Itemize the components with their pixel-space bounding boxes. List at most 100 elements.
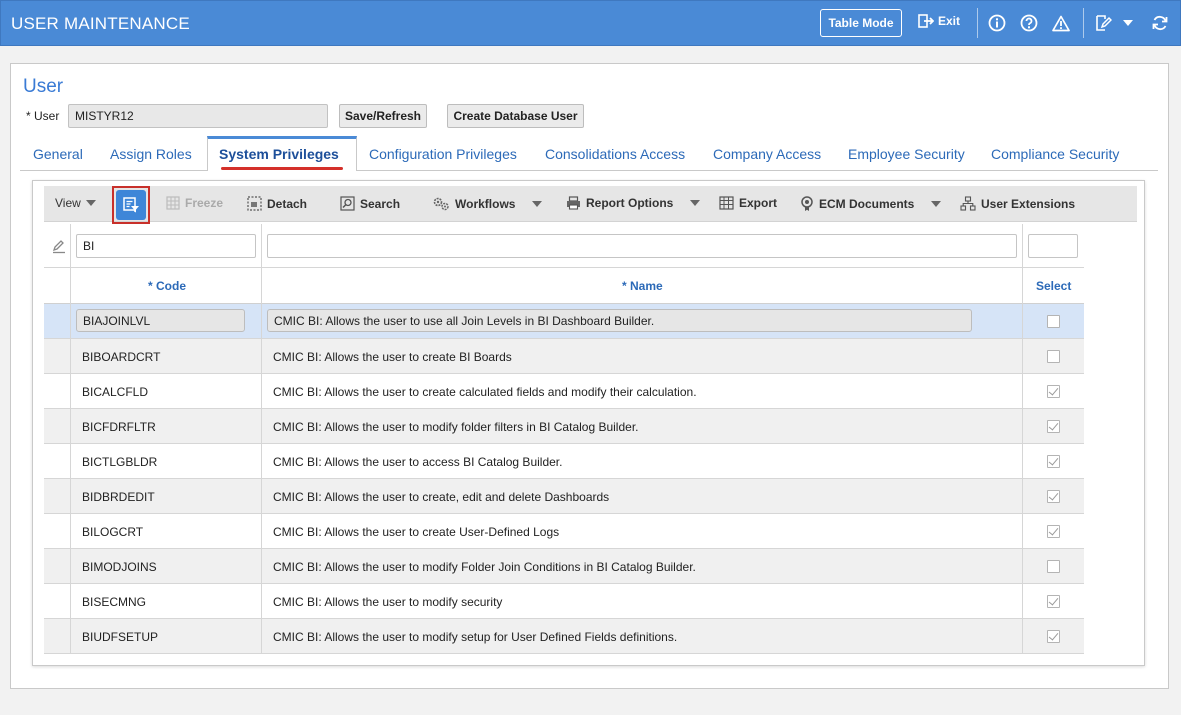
exit-button[interactable]: Exit: [918, 14, 960, 28]
code-cell[interactable]: BIAJOINLVL: [76, 309, 245, 332]
code-cell: BIDBRDEDIT: [82, 489, 155, 504]
code-cell: BICALCFLD: [82, 384, 149, 399]
exit-label: Exit: [938, 14, 961, 28]
detach-label: Detach: [267, 196, 308, 211]
search-label: Search: [360, 196, 401, 211]
select-checkbox[interactable]: [1047, 455, 1060, 468]
grid-header-row: [44, 268, 1084, 304]
user-field[interactable]: MISTYR12: [68, 104, 328, 128]
column-divider: [261, 224, 262, 654]
table-mode-button[interactable]: Table Mode: [820, 9, 902, 37]
chevron-down-icon: [85, 200, 96, 206]
chevron-down-icon[interactable]: [1118, 13, 1138, 33]
name-cell: CMIC BI: Allows the user to modify Folde…: [273, 559, 696, 574]
name-cell: CMIC BI: Allows the user to create BI Bo…: [273, 349, 512, 364]
freeze-icon: [166, 196, 180, 210]
table-row[interactable]: BISECMNG CMIC BI: Allows the user to modi…: [44, 584, 1084, 619]
ecm-documents-menu[interactable]: ECM Documents: [800, 196, 942, 212]
select-column-header[interactable]: Select: [1036, 279, 1071, 293]
name-cell: CMIC BI: Allows the user to create User-…: [273, 524, 560, 539]
freeze-button[interactable]: Freeze: [166, 196, 223, 210]
code-cell: BISECMNG: [82, 594, 147, 609]
gears-icon: [433, 197, 449, 211]
name-filter-input[interactable]: [267, 234, 1017, 258]
tab-assign-roles[interactable]: Assign Roles: [110, 146, 192, 162]
tab-general[interactable]: General: [33, 146, 83, 162]
warning-icon[interactable]: [1051, 13, 1071, 33]
code-column-header[interactable]: * Code: [148, 279, 186, 293]
select-checkbox[interactable]: [1047, 385, 1060, 398]
save-refresh-button[interactable]: Save/Refresh: [339, 104, 427, 128]
select-checkbox[interactable]: [1047, 630, 1060, 643]
code-cell: BICFDRFLTR: [82, 419, 156, 434]
table-row[interactable]: BILOGCRT CMIC BI: Allows the user to crea…: [44, 514, 1084, 549]
name-cell: CMIC BI: Allows the user to create, edit…: [273, 489, 610, 504]
name-column-header[interactable]: * Name: [622, 279, 663, 293]
select-filter-input[interactable]: [1028, 234, 1078, 258]
name-cell: CMIC BI: Allows the user to modify folde…: [273, 419, 639, 434]
chevron-down-icon: [931, 201, 942, 207]
column-divider: [1022, 224, 1023, 654]
detach-icon: [247, 196, 262, 211]
grid-bottom-border: [44, 653, 1084, 654]
separator: [1083, 8, 1084, 38]
select-checkbox[interactable]: [1047, 560, 1060, 573]
select-checkbox[interactable]: [1047, 490, 1060, 503]
code-cell: BICTLGBLDR: [82, 454, 158, 469]
export-label: Export: [739, 196, 778, 210]
table-row[interactable]: BICALCFLD CMIC BI: Allows the user to cre…: [44, 374, 1084, 409]
refresh-icon[interactable]: [1150, 13, 1170, 33]
table-row[interactable]: BICTLGBLDR CMIC BI: Allows the user to ac…: [44, 444, 1084, 479]
query-by-example-button[interactable]: [116, 190, 146, 220]
table-row[interactable]: BIUDFSETUP CMIC BI: Allows the user to mo…: [44, 619, 1084, 654]
tab-system-privileges[interactable]: System Privileges: [219, 146, 339, 162]
edit-icon[interactable]: [1093, 13, 1113, 33]
name-cell: CMIC BI: Allows the user to create calcu…: [273, 384, 697, 399]
table-row[interactable]: BIBOARDCRT CMIC BI: Allows the user to cr…: [44, 339, 1084, 374]
code-cell: BIBOARDCRT: [82, 349, 161, 364]
tab-consolidations-access[interactable]: Consolidations Access: [545, 146, 685, 162]
select-checkbox[interactable]: [1047, 350, 1060, 363]
report-options-menu[interactable]: Report Options: [566, 196, 701, 210]
pencil-icon: [52, 240, 65, 254]
chevron-down-icon: [690, 200, 701, 206]
detach-button[interactable]: Detach: [247, 196, 307, 211]
name-cell: CMIC BI: Allows the user to modify secur…: [273, 594, 503, 609]
section-title: User: [23, 76, 64, 97]
search-button[interactable]: Search: [340, 196, 400, 211]
select-checkbox[interactable]: [1047, 595, 1060, 608]
tab-employee-security[interactable]: Employee Security: [848, 146, 965, 162]
name-cell: CMIC BI: Allows the user to modify setup…: [273, 629, 678, 644]
tab-highlight-underline: [221, 167, 343, 170]
table-row[interactable]: BIMODJOINS CMIC BI: Allows the user to mo…: [44, 549, 1084, 584]
select-checkbox[interactable]: [1047, 525, 1060, 538]
export-icon: [719, 196, 734, 210]
workflows-menu[interactable]: Workflows: [432, 196, 543, 211]
create-database-user-button[interactable]: Create Database User: [447, 104, 584, 128]
info-icon[interactable]: [987, 13, 1007, 33]
view-label: View: [55, 196, 81, 210]
tab-compliance-security[interactable]: Compliance Security: [991, 146, 1119, 162]
table-row[interactable]: BIDBRDEDIT CMIC BI: Allows the user to cr…: [44, 479, 1084, 514]
app-title: USER MAINTENANCE: [11, 14, 190, 33]
select-checkbox[interactable]: [1047, 420, 1060, 433]
name-cell[interactable]: CMIC BI: Allows the user to use all Join…: [267, 309, 972, 332]
search-icon: [340, 196, 355, 211]
user-extensions-button[interactable]: User Extensions: [960, 196, 1075, 211]
printer-icon: [567, 196, 580, 210]
tab-company-access[interactable]: Company Access: [713, 146, 821, 162]
tab-configuration-privileges[interactable]: Configuration Privileges: [369, 146, 517, 162]
code-cell: BILOGCRT: [82, 524, 144, 539]
code-filter-input[interactable]: BI: [76, 234, 256, 258]
filter-icon: [123, 197, 139, 213]
help-icon[interactable]: [1019, 13, 1039, 33]
hierarchy-icon: [960, 196, 976, 211]
table-row[interactable]: BICFDRFLTR CMIC BI: Allows the user to mo…: [44, 409, 1084, 444]
exit-icon: [918, 14, 934, 28]
chevron-down-icon: [532, 200, 543, 207]
workflows-label: Workflows: [455, 196, 516, 211]
export-button[interactable]: Export: [719, 196, 777, 210]
code-cell: BIMODJOINS: [82, 559, 157, 574]
select-checkbox[interactable]: [1047, 315, 1060, 328]
view-menu[interactable]: View: [55, 196, 96, 210]
